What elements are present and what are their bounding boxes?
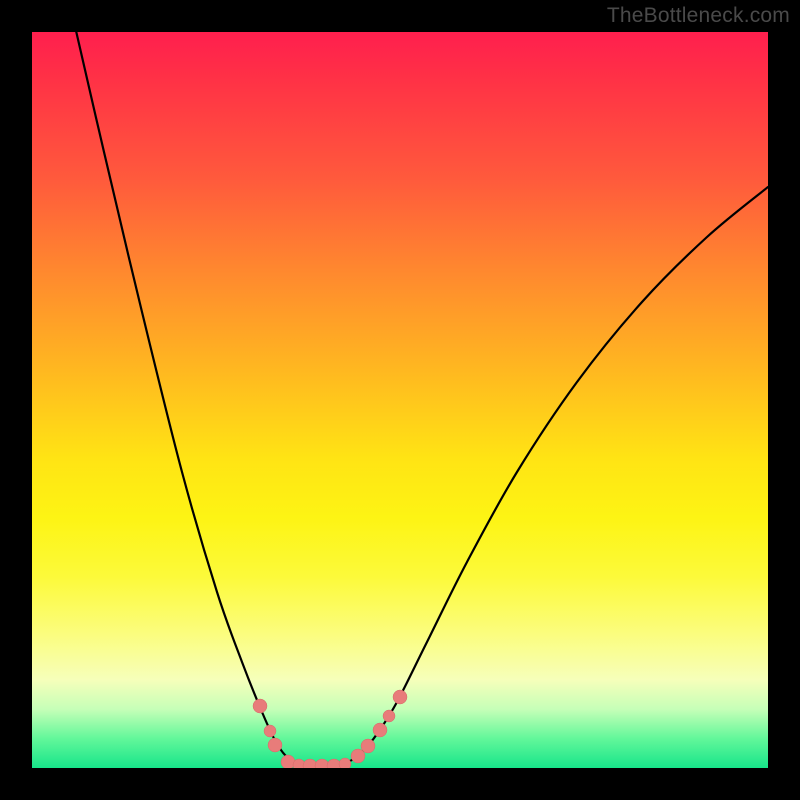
chart-frame: TheBottleneck.com [0,0,800,800]
curve-marker [383,710,395,722]
watermark-text: TheBottleneck.com [607,4,790,28]
plot-area [32,32,768,768]
curve-marker [268,738,282,752]
curve-marker [253,699,267,713]
curve-marker [393,690,407,704]
curve-marker [339,758,351,768]
curve-marker [264,725,276,737]
curve-marker [361,739,375,753]
curve-marker [373,723,387,737]
curve-line [74,32,768,765]
bottleneck-curve [32,32,768,768]
curve-markers [253,690,407,768]
